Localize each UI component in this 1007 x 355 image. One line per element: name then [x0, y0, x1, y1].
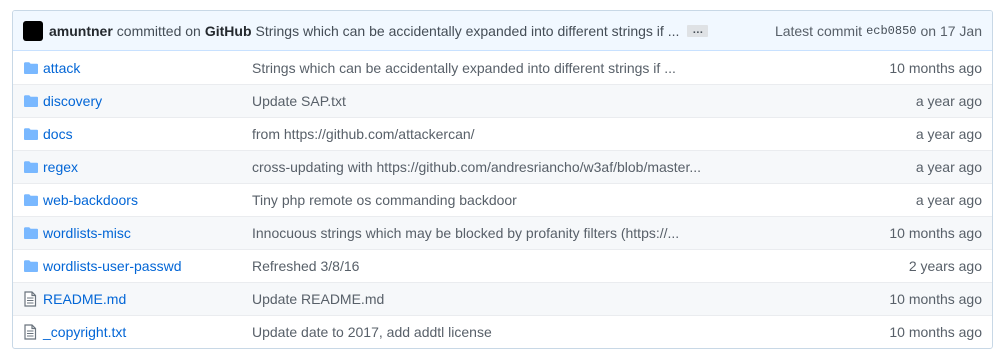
row-icon-cell [13, 61, 43, 75]
row-icon-cell [13, 324, 43, 340]
file-commit-age: 2 years ago [908, 258, 982, 274]
file-row[interactable]: web-backdoors Tiny php remote os commandi… [13, 183, 992, 216]
latest-commit-label: Latest commit [774, 22, 863, 39]
file-name-link[interactable]: regex [43, 159, 252, 175]
row-icon-cell [13, 259, 43, 273]
latest-commit-bar: amuntner committed on GitHub Strings whi… [13, 11, 992, 51]
file-commit-message[interactable]: Update date to 2017, add addtl license [252, 324, 822, 340]
file-row[interactable]: discovery Update SAP.txt a year ago [13, 84, 992, 117]
file-name-link[interactable]: wordlists-misc [43, 225, 252, 241]
commit-message[interactable]: Strings which can be accidentally expand… [256, 23, 680, 39]
folder-icon [24, 95, 38, 107]
file-row[interactable]: docs from https://github.com/attackercan/… [13, 117, 992, 150]
file-commit-age: a year ago [915, 93, 982, 109]
file-row[interactable]: _copyright.txt Update date to 2017, add a… [13, 315, 992, 348]
file-row[interactable]: wordlists-user-passwd Refreshed 3/8/16 2 y… [13, 249, 992, 282]
commit-sha[interactable]: ecb0850 [866, 24, 916, 38]
file-commit-age: 10 months ago [889, 291, 982, 307]
folder-icon [24, 128, 38, 140]
folder-icon [24, 227, 38, 239]
file-commit-age: 10 months ago [889, 324, 982, 340]
row-icon-cell [13, 127, 43, 141]
file-name-link[interactable]: docs [43, 126, 252, 142]
row-icon-cell [13, 160, 43, 174]
file-icon [24, 324, 37, 340]
file-commit-age: 10 months ago [889, 59, 982, 76]
file-name-link[interactable]: README.md [43, 291, 252, 307]
file-commit-age: a year ago [915, 159, 982, 175]
file-list: attack Strings which can be accidentally … [13, 51, 992, 348]
file-commit-age: 10 months ago [889, 225, 982, 241]
commit-date: on 17 Jan [920, 22, 983, 39]
file-navigation-table: amuntner committed on GitHub Strings whi… [12, 10, 993, 349]
file-name-link[interactable]: _copyright.txt [43, 324, 252, 340]
folder-icon [24, 161, 38, 173]
file-name-link[interactable]: web-backdoors [43, 192, 252, 208]
file-commit-message[interactable]: Innocuous strings which may be blocked b… [252, 225, 822, 241]
file-icon [24, 291, 37, 307]
avatar[interactable] [23, 20, 43, 41]
file-commit-message[interactable]: from https://github.com/attackercan/ [252, 126, 822, 142]
folder-icon [24, 194, 38, 206]
file-commit-message[interactable]: Update SAP.txt [252, 93, 822, 109]
file-name-link[interactable]: discovery [43, 93, 252, 109]
file-commit-message[interactable]: Update README.md [252, 291, 822, 307]
row-icon-cell [13, 291, 43, 307]
folder-icon [24, 61, 38, 74]
file-row[interactable]: attack Strings which can be accidentally … [13, 51, 992, 84]
file-commit-message[interactable]: Strings which can be accidentally expand… [252, 60, 822, 76]
file-commit-message[interactable]: Refreshed 3/8/16 [252, 258, 822, 274]
file-name-link[interactable]: attack [43, 60, 252, 76]
commit-author[interactable]: amuntner [49, 23, 113, 39]
file-row[interactable]: README.md Update README.md 10 months ago [13, 282, 992, 315]
committer-github: GitHub [204, 22, 252, 39]
file-commit-message[interactable]: Tiny php remote os commanding backdoor [252, 192, 822, 208]
file-commit-age: a year ago [915, 192, 982, 208]
file-commit-age: a year ago [915, 126, 982, 142]
row-icon-cell [13, 193, 43, 207]
file-name-link[interactable]: wordlists-user-passwd [43, 258, 252, 274]
committed-text: committed on [116, 22, 201, 39]
expand-commit-message-button[interactable]: … [687, 24, 709, 37]
row-icon-cell [13, 226, 43, 240]
file-commit-message[interactable]: cross-updating with https://github.com/a… [252, 159, 822, 175]
file-row[interactable]: wordlists-misc Innocuous strings which ma… [13, 216, 992, 249]
row-icon-cell [13, 94, 43, 108]
folder-icon [24, 260, 38, 272]
file-row[interactable]: regex cross-updating with https://github.… [13, 150, 992, 183]
